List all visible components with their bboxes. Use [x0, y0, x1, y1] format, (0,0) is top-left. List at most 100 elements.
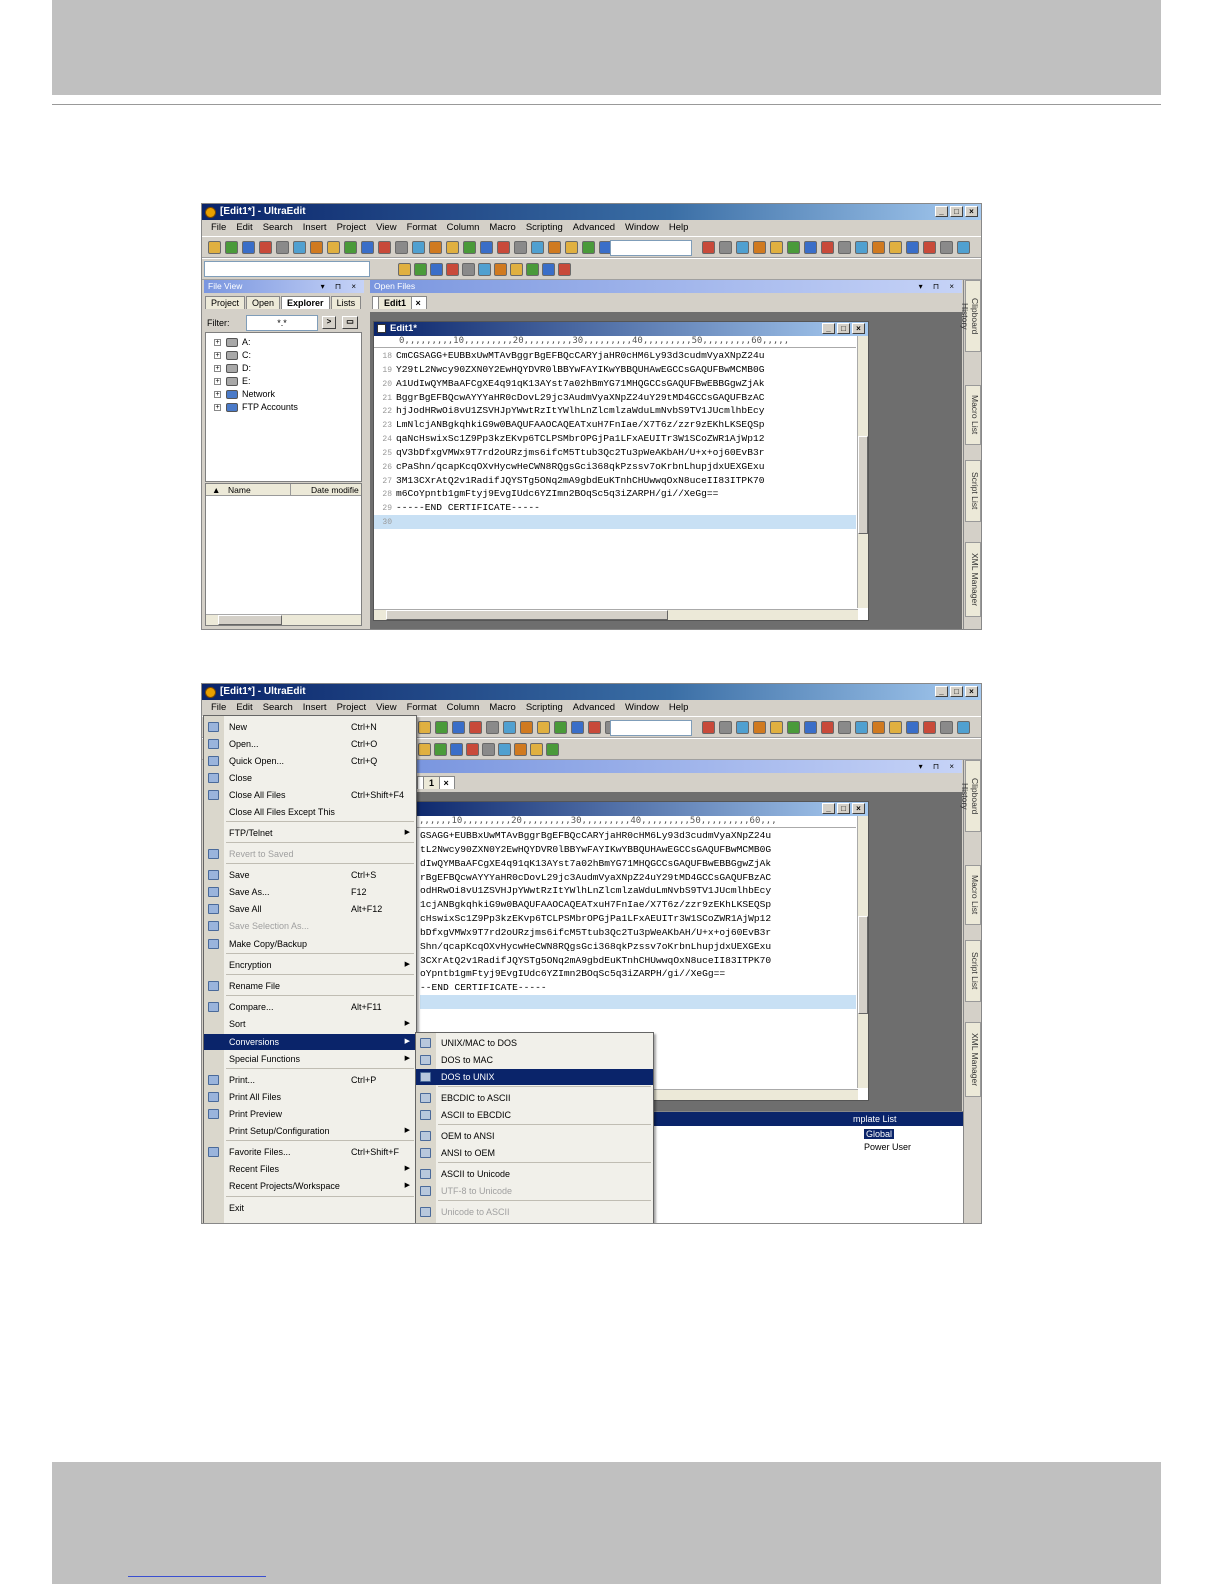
editor-minimize-button[interactable]: _ [822, 323, 835, 334]
menu-window[interactable]: Window [620, 220, 664, 236]
toolbar-button-icon[interactable] [804, 721, 817, 734]
toolbar-button-icon[interactable] [526, 263, 539, 276]
conversion-item-ebcdic-to-ascii[interactable]: EBCDIC to ASCII [416, 1090, 653, 1106]
toolbar-button-icon[interactable] [588, 721, 601, 734]
file-menu-item-print-all-files[interactable]: Print All Files [204, 1089, 416, 1105]
toolbar-button-icon[interactable] [719, 241, 732, 254]
file-menu-item-recent-projects-workspace[interactable]: Recent Projects/Workspace ▶ [204, 1178, 416, 1194]
editor-line[interactable]: 21 BggrBgEFBQcwAYYYaHR0cDovL29jc3AudmVyaX… [374, 391, 856, 405]
toolbar-button-icon[interactable] [450, 743, 463, 756]
menu-advanced[interactable]: Advanced [568, 220, 620, 236]
toolbar-button-icon[interactable] [446, 241, 459, 254]
editor-line[interactable]: 20 A1UdIwQYMBaAFCgXE4q91qK13AYst7a02hBmYG… [374, 377, 856, 391]
file-menu-item-ftp-telnet[interactable]: FTP/Telnet ▶ [204, 825, 416, 841]
editor-line[interactable]: 24 qaNcHswixSc1Z9Pp3kzEKvp6TCLPSMbrOPGjPa… [374, 432, 856, 446]
editor-line[interactable]: 18 CmCGSAGG+EUBBxUwMTAvBggrBgEFBQcCARYjaH… [374, 349, 856, 363]
file-menu-item-print[interactable]: Print... Ctrl+P [204, 1072, 416, 1088]
menu-scripting[interactable]: Scripting [521, 700, 568, 716]
editor-text-area[interactable]: 18 CmCGSAGG+EUBBxUwMTAvBggrBgEFBQcCARYjaH… [374, 349, 856, 529]
toolbar-button-icon[interactable] [395, 241, 408, 254]
toolbar-button-icon[interactable] [480, 241, 493, 254]
editor-line[interactable]: oYpntb1gmFtyj9EvgIUdc6YZImn2BOqSc5q3iZAR… [420, 967, 856, 981]
toolbar-button-icon[interactable] [787, 241, 800, 254]
menu-view[interactable]: View [371, 220, 401, 236]
toolbar-button-icon[interactable] [429, 241, 442, 254]
file-menu-item-sort[interactable]: Sort ▶ [204, 1016, 416, 1032]
editor-hscroll[interactable] [374, 609, 858, 620]
toolbar-button-icon[interactable] [478, 263, 491, 276]
toolbar-button-icon[interactable] [242, 241, 255, 254]
editor-line[interactable]: 19 Y29tL2Nwcy90ZXN0Y2EwHQYDVR0lBBYwFAYIKw… [374, 363, 856, 377]
editor-line[interactable]: 26 cPaShn/qcapKcqOXvHycwHeCWN8RQgsGci368q… [374, 460, 856, 474]
editor-line[interactable]: 22 hjJodHRwOi8vU1ZSVHJpYWwtRzItYWlhLnZlcm… [374, 404, 856, 418]
tab-edit1[interactable]: 1 × [417, 776, 455, 789]
toolbar-button-icon[interactable] [446, 263, 459, 276]
toolbar-button-icon[interactable] [889, 721, 902, 734]
file-menu-item-quick-open[interactable]: Quick Open... Ctrl+Q [204, 753, 416, 769]
tab-project[interactable]: Project [205, 296, 246, 309]
toolbar-button-icon[interactable] [435, 721, 448, 734]
toolbar-button-icon[interactable] [702, 721, 715, 734]
file-menu-item-save[interactable]: Save Ctrl+S [204, 867, 416, 883]
toolbar-button-icon[interactable] [565, 241, 578, 254]
toolbar-button-icon[interactable] [821, 721, 834, 734]
conversion-item-dos-to-mac[interactable]: DOS to MAC [416, 1052, 653, 1068]
toolbar-button-icon[interactable] [482, 743, 495, 756]
editor-text-area[interactable]: GSAGG+EUBBxUwMTAvBggrBgEFBQcCARYjaHR0cHM… [403, 829, 856, 1009]
toolbar-button-icon[interactable] [412, 241, 425, 254]
filter-input[interactable]: *.* [246, 315, 318, 331]
menu-column[interactable]: Column [442, 700, 485, 716]
toolbar-button-icon[interactable] [514, 241, 527, 254]
editor-minimize-button[interactable]: _ [822, 803, 835, 814]
file-menu-item-save-as[interactable]: Save As... F12 [204, 884, 416, 900]
toolbar-button-icon[interactable] [542, 263, 555, 276]
toolbar-button-icon[interactable] [940, 721, 953, 734]
side-tab-xml-manager[interactable]: XML Manager [965, 542, 981, 617]
file-menu-item-exit[interactable]: Exit [204, 1200, 416, 1216]
conversion-item-ascii-to-unicode[interactable]: ASCII to Unicode [416, 1166, 653, 1182]
toolbar-button-icon[interactable] [434, 743, 447, 756]
toolbar-button-icon[interactable] [462, 263, 475, 276]
toolbar-button-icon[interactable] [398, 263, 411, 276]
conversion-item-unix-mac-to-dos[interactable]: UNIX/MAC to DOS [416, 1035, 653, 1051]
editor-close-button[interactable]: × [852, 323, 865, 334]
editor-line[interactable]: Shn/qcapKcqOXvHycwHeCWN8RQgsGci368qkPzss… [420, 940, 856, 954]
menu-macro[interactable]: Macro [484, 220, 520, 236]
file-menu-item-save-all[interactable]: Save All Alt+F12 [204, 901, 416, 917]
toolbar-button-icon[interactable] [452, 721, 465, 734]
toolbar-button-icon[interactable] [463, 241, 476, 254]
toolbar-button-icon[interactable] [821, 241, 834, 254]
toolbar-button-icon[interactable] [582, 241, 595, 254]
file-menu-item-make-copy-backup[interactable]: Make Copy/Backup [204, 936, 416, 952]
toolbar-button-icon[interactable] [855, 241, 868, 254]
editor-line[interactable]: GSAGG+EUBBxUwMTAvBggrBgEFBQcCARYjaHR0cHM… [420, 829, 856, 843]
toolbar-button-icon[interactable] [498, 743, 511, 756]
tab-explorer[interactable]: Explorer [281, 296, 330, 309]
toolbar-button-icon[interactable] [855, 721, 868, 734]
toolbar-button-icon[interactable] [486, 721, 499, 734]
toolbar-button-icon[interactable] [503, 721, 516, 734]
panel-controls[interactable]: ▾ ⊓ × [919, 760, 958, 773]
editor-line[interactable]: odHRwOi8vU1ZSVHJpYWwtRzItYWlhLnZlcmlzaWd… [420, 884, 856, 898]
conversion-item-dos-to-unix[interactable]: DOS to UNIX [416, 1069, 653, 1085]
side-tab-macro-list[interactable]: Macro List [965, 865, 981, 925]
menu-help[interactable]: Help [664, 700, 694, 716]
toolbar-button-icon[interactable] [361, 241, 374, 254]
toolbar-button-icon[interactable] [872, 721, 885, 734]
conversion-item-ascii-to-ebcdic[interactable]: ASCII to EBCDIC [416, 1107, 653, 1123]
close-button[interactable]: × [965, 686, 978, 697]
editor-vscroll[interactable] [857, 336, 868, 608]
menu-file[interactable]: File [206, 220, 231, 236]
footer-link-underline[interactable] [128, 1576, 266, 1577]
toolbar-button-icon[interactable] [310, 241, 323, 254]
toolbar-button-icon[interactable] [702, 241, 715, 254]
editor-line[interactable] [420, 995, 856, 1009]
toolbar-button-icon[interactable] [208, 241, 221, 254]
toolbar-button-icon[interactable] [469, 721, 482, 734]
filter-apply-button[interactable]: > [322, 316, 336, 329]
tree-drive-e[interactable]: + E: [206, 375, 361, 388]
side-tab-script-list[interactable]: Script List [965, 940, 981, 1002]
toolbar-button-icon[interactable] [872, 241, 885, 254]
conversion-item-ansi-to-oem[interactable]: ANSI to OEM [416, 1145, 653, 1161]
editor-line[interactable]: tL2Nwcy90ZXN0Y2EwHQYDVR0lBBYwFAYIKwYBBQU… [420, 843, 856, 857]
